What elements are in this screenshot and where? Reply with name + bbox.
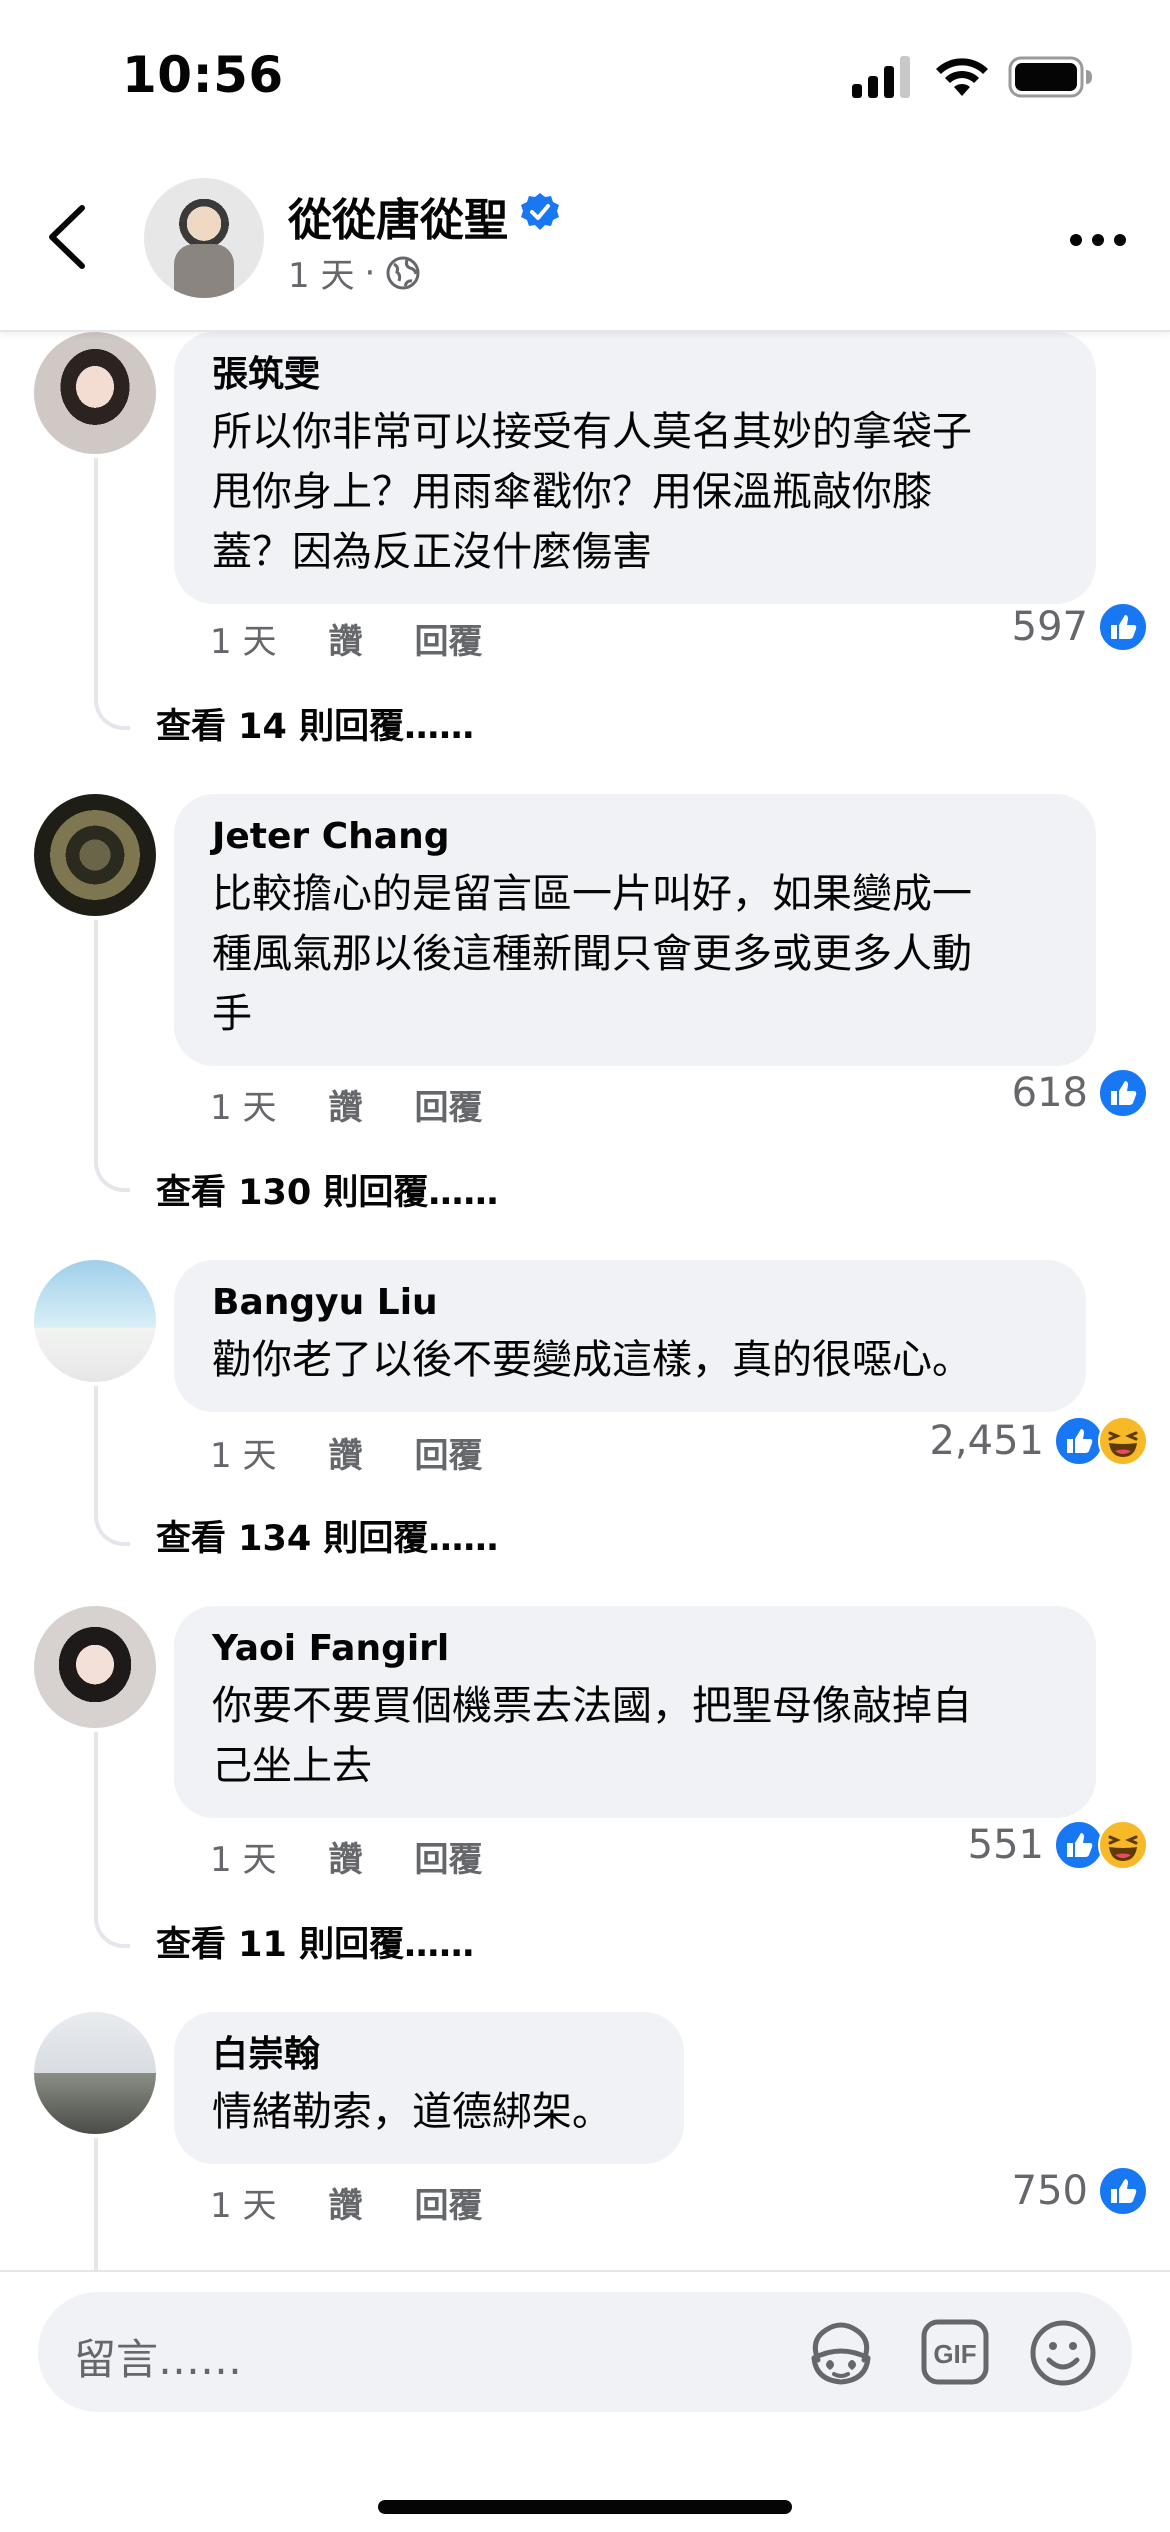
reaction-summary[interactable]: 597 — [1012, 602, 1148, 652]
view-replies-link[interactable]: 查看 130 則回覆…… — [156, 1164, 498, 1215]
reaction-count: 2,451 — [929, 1418, 1044, 1464]
reply-button[interactable]: 回覆 — [414, 2178, 482, 2227]
comment-text: 情緒勒索，道德綁架。 — [212, 2089, 612, 2135]
comment-time: 1 天 — [210, 1436, 277, 1476]
home-indicator — [378, 2500, 792, 2514]
comment-time: 1 天 — [210, 622, 277, 662]
haha-reaction-icon — [1098, 1820, 1148, 1870]
thread-line — [94, 920, 130, 1192]
like-button[interactable]: 讚 — [328, 614, 362, 663]
like-button[interactable]: 讚 — [328, 2178, 362, 2227]
globe-icon — [386, 256, 420, 289]
reaction-count: 597 — [1011, 604, 1088, 650]
reply-button[interactable]: 回覆 — [414, 614, 482, 663]
view-replies-link[interactable]: 查看 11 則回覆…… — [156, 1916, 474, 1967]
comment-actions: 1 天 讚 回覆 — [210, 2178, 482, 2227]
comment-actions: 1 天 讚 回覆 — [210, 1428, 482, 1477]
status-bar: 10:56 — [0, 0, 1170, 150]
reaction-count: 618 — [1011, 1070, 1088, 1116]
reaction-icons — [1098, 1068, 1148, 1118]
emoji-icon[interactable] — [1028, 2318, 1098, 2388]
comment-bubble[interactable]: Yaoi Fangirl 你要不要買個機票去法國，把聖母像敲掉自 己坐上去 — [174, 1606, 1096, 1818]
reaction-summary[interactable]: 551 — [968, 1820, 1148, 1870]
gif-icon[interactable]: GIF — [920, 2318, 990, 2386]
thread-line — [94, 458, 130, 730]
comment-bubble[interactable]: Jeter Chang 比較擔心的是留言區一片叫好，如果變成一 種風氣那以後這種… — [174, 794, 1096, 1066]
comment-bubble[interactable]: Bangyu Liu 勸你老了以後不要變成這樣，真的很噁心。 — [174, 1260, 1086, 1412]
commenter-avatar[interactable] — [34, 1260, 156, 1382]
comment-actions: 1 天 讚 回覆 — [210, 1832, 482, 1881]
reaction-summary[interactable]: 2,451 — [929, 1416, 1148, 1466]
comments-list[interactable]: 張筑雯 所以你非常可以接受有人莫名其妙的拿袋子 甩你身上？用雨傘戳你？用保溫瓶敲… — [0, 332, 1170, 2270]
reaction-summary[interactable]: 750 — [1012, 2166, 1148, 2216]
comment-input[interactable]: 留言…… GIF — [38, 2292, 1132, 2412]
wifi-icon — [936, 58, 988, 96]
reaction-count: 551 — [967, 1822, 1044, 1868]
view-replies-link[interactable]: 查看 134 則回覆…… — [156, 1510, 498, 1561]
commenter-avatar[interactable] — [34, 2012, 156, 2134]
like-button[interactable]: 讚 — [328, 1832, 362, 1881]
page-avatar[interactable] — [144, 178, 264, 298]
avatar-sticker-icon[interactable] — [806, 2320, 876, 2386]
reply-button[interactable]: 回覆 — [414, 1428, 482, 1477]
like-reaction-icon — [1054, 1416, 1104, 1466]
reaction-icons — [1098, 602, 1148, 652]
meta-separator: · — [364, 252, 376, 293]
comment-time: 1 天 — [210, 1840, 277, 1880]
comment-bubble[interactable]: 張筑雯 所以你非常可以接受有人莫名其妙的拿袋子 甩你身上？用雨傘戳你？用保溫瓶敲… — [174, 332, 1096, 604]
post-header: 從從唐從聖 1 天 · — [0, 150, 1170, 332]
reaction-summary[interactable]: 618 — [1012, 1068, 1148, 1118]
commenter-avatar[interactable] — [34, 794, 156, 916]
comment-text: 比較擔心的是留言區一片叫好，如果變成一 種風氣那以後這種新聞只會更多或更多人動 … — [212, 871, 972, 1037]
post-meta: 1 天 · — [288, 248, 421, 297]
comment-time: 1 天 — [210, 2186, 277, 2226]
comment-text: 勸你老了以後不要變成這樣，真的很噁心。 — [212, 1337, 972, 1383]
like-reaction-icon — [1098, 602, 1148, 652]
commenter-name[interactable]: 白崇翰 — [212, 2032, 648, 2078]
reaction-icons — [1054, 1820, 1148, 1870]
commenter-avatar[interactable] — [34, 1606, 156, 1728]
like-reaction-icon — [1098, 1068, 1148, 1118]
reply-button[interactable]: 回覆 — [414, 1832, 482, 1881]
back-arrow-icon[interactable] — [40, 202, 96, 272]
cellular-signal-icon — [852, 56, 910, 98]
comment-input-placeholder: 留言…… — [74, 2335, 243, 2384]
comment-time: 1 天 — [210, 1088, 277, 1128]
comment-text: 所以你非常可以接受有人莫名其妙的拿袋子 甩你身上？用雨傘戳你？用保溫瓶敲你膝 蓋… — [212, 409, 972, 575]
commenter-name[interactable]: Jeter Chang — [212, 814, 1060, 860]
commenter-name[interactable]: Yaoi Fangirl — [212, 1626, 1060, 1672]
gif-label: GIF — [933, 2339, 976, 2369]
comment-actions: 1 天 讚 回覆 — [210, 1080, 482, 1129]
comment-composer: 留言…… GIF — [0, 2270, 1170, 2532]
verified-badge-icon — [521, 193, 559, 230]
comment-text: 你要不要買個機票去法國，把聖母像敲掉自 己坐上去 — [212, 1683, 972, 1789]
thread-line — [94, 1386, 130, 1546]
comment-bubble[interactable]: 白崇翰 情緒勒索，道德綁架。 — [174, 2012, 684, 2164]
commenter-avatar[interactable] — [34, 332, 156, 454]
like-button[interactable]: 讚 — [328, 1428, 362, 1477]
reaction-count: 750 — [1011, 2168, 1088, 2214]
thread-line — [94, 2138, 130, 2270]
view-replies-link[interactable]: 查看 14 則回覆…… — [156, 698, 474, 749]
page-name[interactable]: 從從唐從聖 — [288, 184, 508, 248]
like-reaction-icon — [1054, 1820, 1104, 1870]
commenter-name[interactable]: Bangyu Liu — [212, 1280, 1050, 1326]
commenter-name[interactable]: 張筑雯 — [212, 352, 1060, 398]
reaction-icons — [1054, 1416, 1148, 1466]
reaction-icons — [1098, 2166, 1148, 2216]
thread-line — [94, 1732, 130, 1948]
reply-button[interactable]: 回覆 — [414, 1080, 482, 1129]
comment-actions: 1 天 讚 回覆 — [210, 614, 482, 663]
status-time: 10:56 — [122, 46, 284, 104]
like-reaction-icon — [1098, 2166, 1148, 2216]
post-time: 1 天 — [288, 256, 355, 296]
battery-icon — [1008, 56, 1092, 98]
more-options-icon[interactable] — [1068, 230, 1128, 250]
haha-reaction-icon — [1098, 1416, 1148, 1466]
like-button[interactable]: 讚 — [328, 1080, 362, 1129]
